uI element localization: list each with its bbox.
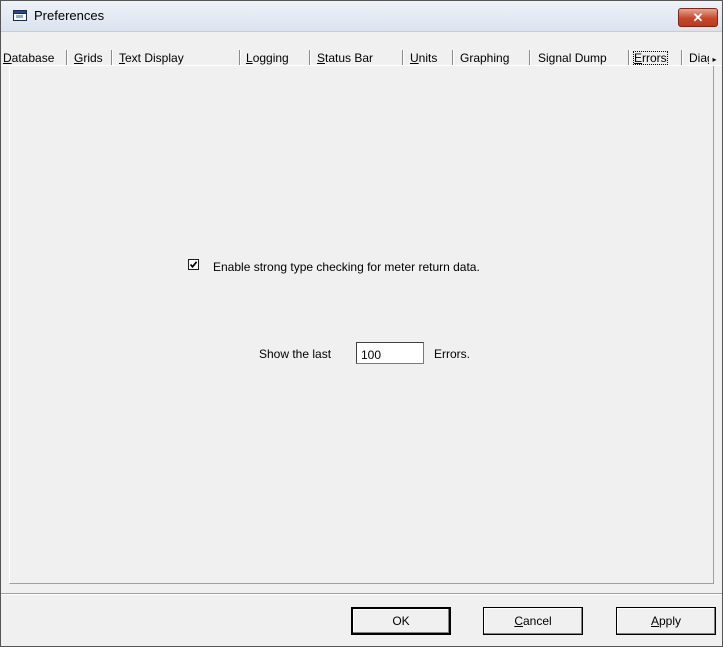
apply-button[interactable]: Apply bbox=[616, 607, 716, 635]
close-icon: ✕ bbox=[692, 10, 704, 25]
tab-logging[interactable]: Logging bbox=[246, 52, 289, 64]
tab-status-bar[interactable]: Status Bar bbox=[317, 52, 373, 64]
error-count-input[interactable] bbox=[356, 342, 424, 364]
tab-errors[interactable]: Errors bbox=[633, 51, 668, 65]
tab-graphing[interactable]: Graphing bbox=[460, 52, 509, 64]
errors-tab-panel bbox=[9, 66, 714, 584]
tab-signal-dump[interactable]: Signal Dump bbox=[538, 52, 607, 64]
ok-button[interactable]: OK bbox=[351, 607, 451, 635]
tab-text-display[interactable]: Text Display bbox=[119, 52, 184, 64]
strong-type-checking-label[interactable]: Enable strong type checking for meter re… bbox=[213, 260, 480, 274]
tab-diag[interactable]: Diag bbox=[689, 52, 709, 64]
title-bar[interactable]: Preferences ✕ bbox=[1, 1, 722, 32]
tab-strip: Database Grids Text Display Logging Stat… bbox=[1, 50, 722, 68]
button-divider bbox=[1, 593, 722, 595]
close-button[interactable]: ✕ bbox=[678, 8, 718, 27]
window-icon bbox=[13, 10, 27, 21]
preferences-dialog: Preferences ✕ Database Grids Text Displa… bbox=[0, 0, 723, 647]
tab-grids[interactable]: Grids bbox=[74, 52, 103, 64]
errors-suffix-label: Errors. bbox=[434, 347, 470, 361]
show-last-label: Show the last bbox=[259, 347, 332, 361]
checkmark-icon bbox=[189, 261, 198, 269]
tab-database[interactable]: Database bbox=[3, 52, 54, 64]
strong-type-checking-checkbox[interactable] bbox=[188, 259, 199, 270]
ok-label: OK bbox=[392, 614, 410, 628]
cancel-button[interactable]: Cancel bbox=[483, 607, 583, 635]
tab-units[interactable]: Units bbox=[410, 52, 437, 64]
tab-scroll-right-icon[interactable]: ▸ bbox=[709, 54, 720, 65]
window-title: Preferences bbox=[34, 8, 105, 23]
